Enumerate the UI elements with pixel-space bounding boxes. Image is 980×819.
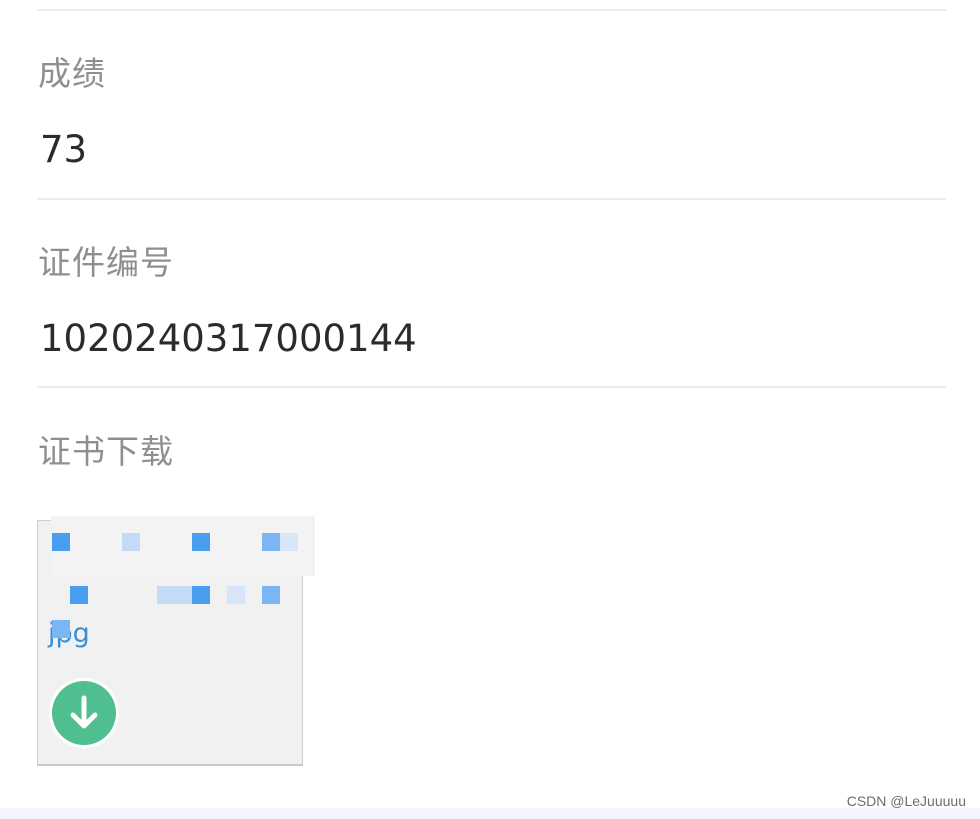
mosaic-pixel [262,586,280,604]
mosaic-pixel [227,586,245,604]
mosaic-pixel [280,533,298,551]
bottom-bar [0,808,980,819]
certificate-download-label: 证书下载 [38,432,174,471]
divider [37,9,946,11]
divider [37,386,946,388]
page: 成绩 73 证件编号 1020240317000144 证书下载 jpg CSD… [0,0,980,819]
score-value: 73 [40,128,88,171]
mosaic-pixel [52,533,70,551]
divider [37,198,946,200]
watermark: CSDN @LeJuuuuu [846,793,966,809]
score-label: 成绩 [38,54,106,93]
mosaic-pixel [52,620,70,638]
mosaic-pixel [157,586,175,604]
mosaic-pixel [122,533,140,551]
mosaic-pixel [192,533,210,551]
certificate-number-value: 1020240317000144 [40,317,417,360]
download-button[interactable] [52,681,116,745]
mosaic-pixel [175,586,193,604]
mosaic-pixel [192,586,210,604]
mosaic-pixel [262,533,280,551]
mosaic-pixel [70,586,88,604]
certificate-number-label: 证件编号 [38,243,174,282]
download-arrow-icon [70,695,98,729]
